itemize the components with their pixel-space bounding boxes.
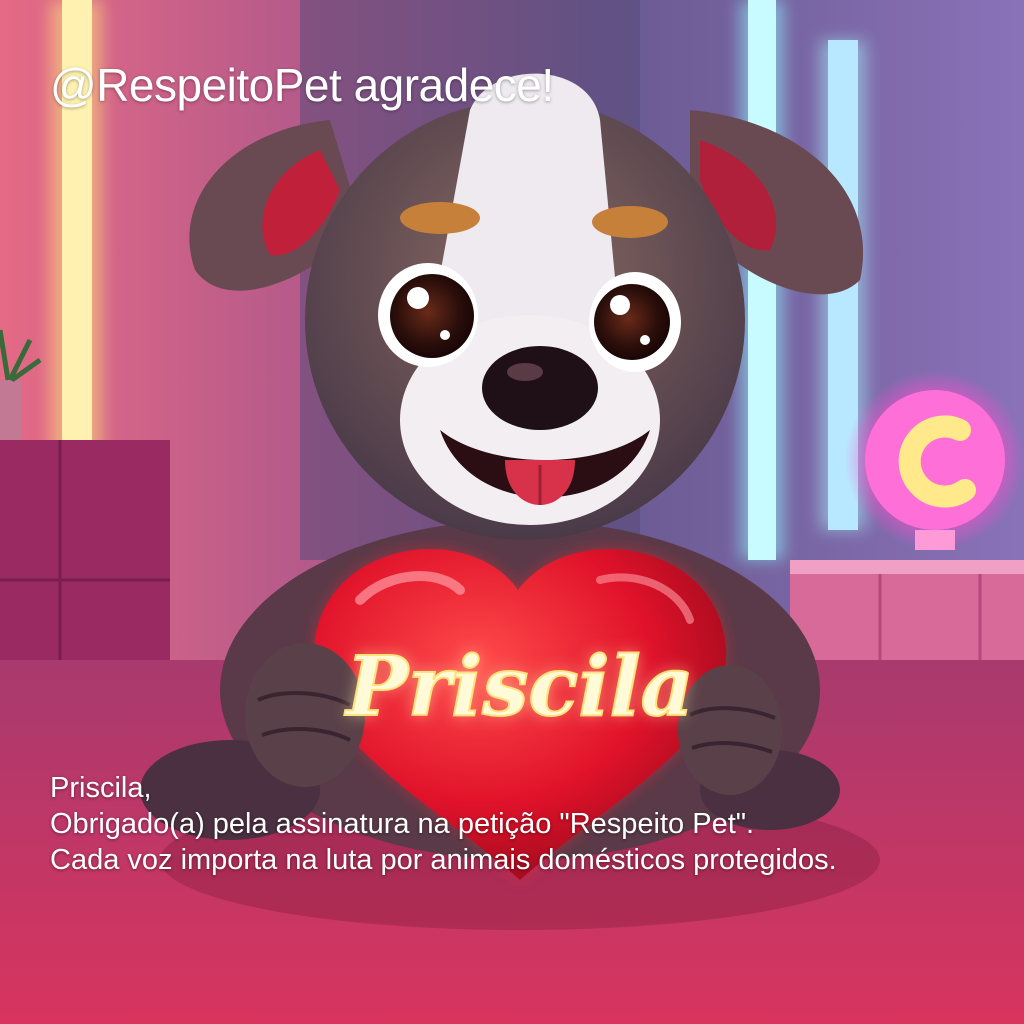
message-line-2: Obrigado(a) pela assinatura na petição "… bbox=[50, 808, 755, 840]
message-line-1: Priscila, bbox=[50, 772, 152, 804]
message-line-3: Cada voz importa na luta por animais dom… bbox=[50, 844, 837, 876]
neon-lamp-icon bbox=[845, 370, 1024, 550]
thank-you-message: Priscila, Obrigado(a) pela assinatura na… bbox=[50, 770, 837, 878]
page-title: @RespeitoPet agradece! bbox=[50, 59, 554, 111]
heart-name: Priscila bbox=[344, 639, 694, 735]
